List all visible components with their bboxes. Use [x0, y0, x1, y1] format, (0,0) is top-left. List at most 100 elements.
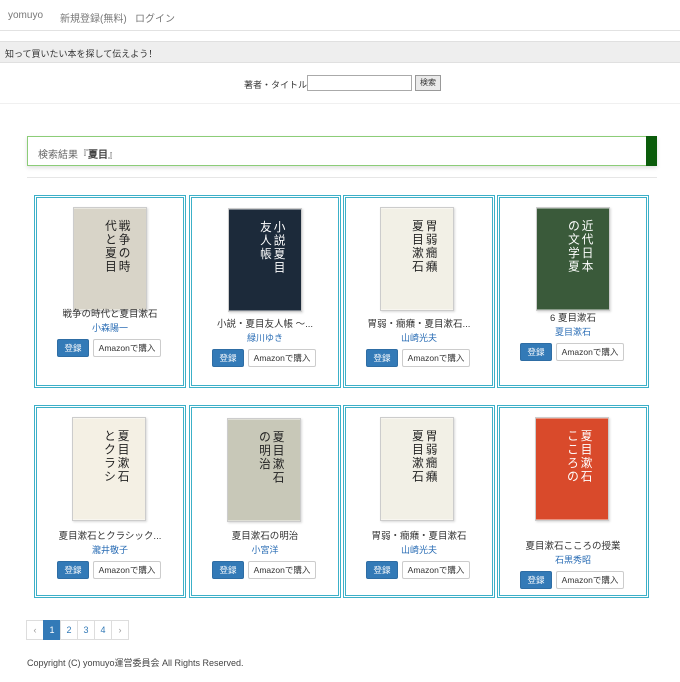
svg-text:代: 代 [582, 232, 594, 246]
book-cover[interactable]: 胃弱癇癪 夏目漱石 [380, 207, 454, 311]
svg-text:文: 文 [568, 232, 580, 246]
book-author[interactable]: 山崎光夫 [346, 543, 492, 556]
svg-text:癇: 癇 [426, 246, 438, 260]
search-button[interactable]: 検索 [415, 75, 441, 91]
svg-text:石: 石 [581, 470, 593, 484]
signup-link[interactable]: 新規登録(無料) [60, 10, 127, 25]
amazon-buy-button[interactable]: Amazonで購入 [556, 571, 624, 589]
page-link-4[interactable]: 4 [94, 620, 112, 640]
book-card: 近代日本 の文学夏 6 夏目漱石 夏目漱石登録 Amazonで購入 [497, 195, 649, 388]
amazon-buy-button[interactable]: Amazonで購入 [402, 349, 470, 367]
svg-text:夏: 夏 [273, 430, 285, 444]
svg-text:弱: 弱 [426, 442, 438, 456]
svg-text:夏: 夏 [412, 219, 424, 233]
svg-text:戦: 戦 [119, 219, 131, 233]
svg-text:漱: 漱 [412, 246, 424, 260]
amazon-buy-button[interactable]: Amazonで購入 [556, 343, 624, 361]
svg-text:癇: 癇 [426, 456, 438, 470]
svg-text:時: 時 [119, 260, 131, 274]
login-link[interactable]: ログイン [135, 10, 175, 25]
amazon-buy-button[interactable]: Amazonで購入 [402, 561, 470, 579]
register-button[interactable]: 登録 [366, 561, 398, 579]
svg-text:治: 治 [259, 457, 271, 471]
book-title[interactable]: 小説・夏目友人帳 ～... [192, 316, 338, 330]
page-link-1[interactable]: 1 [43, 620, 61, 640]
svg-text:目: 目 [581, 442, 593, 456]
svg-text:漱: 漱 [412, 456, 424, 470]
book-author[interactable]: 小森陽一 [37, 321, 183, 334]
book-author[interactable]: 山崎光夫 [346, 331, 492, 344]
book-cover[interactable]: 戦争の時 代と夏目 [73, 207, 147, 311]
svg-text:石: 石 [412, 470, 424, 484]
svg-text:と: と [105, 232, 117, 246]
svg-text:説: 説 [274, 233, 286, 247]
svg-text:の: の [259, 430, 271, 444]
svg-text:目: 目 [274, 261, 286, 275]
svg-text:近: 近 [582, 219, 594, 233]
svg-text:と: と [104, 429, 116, 443]
svg-text:胃: 胃 [426, 219, 438, 233]
svg-text:人: 人 [260, 233, 272, 247]
brand-link[interactable]: yomuyo [8, 10, 43, 21]
amazon-buy-button[interactable]: Amazonで購入 [93, 561, 161, 579]
svg-text:本: 本 [582, 260, 594, 274]
svg-text:漱: 漱 [273, 457, 285, 471]
book-title[interactable]: 夏目漱石の明治 [192, 528, 338, 542]
svg-text:ろ: ろ [567, 456, 579, 470]
page-link-2[interactable]: 2 [60, 620, 78, 640]
book-title[interactable]: 6 夏目漱石 [500, 310, 646, 324]
svg-text:シ: シ [104, 470, 116, 484]
book-card: 夏目漱石こころの 夏目漱石こころの授業 石黒秀昭 登録 Amazonで購入 [497, 405, 649, 598]
svg-text:胃: 胃 [426, 429, 438, 443]
page-link-3[interactable]: 3 [77, 620, 95, 640]
svg-text:代: 代 [105, 219, 117, 233]
register-button[interactable]: 登録 [520, 571, 552, 589]
svg-text:友: 友 [260, 220, 272, 234]
book-author[interactable]: 夏目漱石 [500, 325, 646, 338]
register-button[interactable]: 登録 [57, 561, 89, 579]
svg-text:夏: 夏 [274, 247, 286, 261]
book-title[interactable]: 戦争の時代と夏目漱石 [37, 306, 183, 320]
book-cover[interactable]: 胃弱癇癪 夏目漱石 [380, 417, 454, 521]
register-button[interactable]: 登録 [212, 561, 244, 579]
register-button[interactable]: 登録 [57, 339, 89, 357]
svg-text:ラ: ラ [104, 456, 116, 470]
book-title[interactable]: 夏目漱石とクラシック... [37, 528, 183, 542]
book-cover[interactable]: 近代日本 の文学夏 [536, 207, 610, 311]
footer-copyright: Copyright (C) yomuyo運営委員会 All Rights Res… [27, 658, 244, 668]
register-button[interactable]: 登録 [212, 349, 244, 367]
book-author[interactable]: 瀧井敬子 [37, 543, 183, 556]
book-card: 戦争の時 代と夏目 戦争の時代と夏目漱石 小森陽一 登録 Amazonで購入 [34, 195, 186, 388]
pagination: ‹ 1 2 3 4 › [26, 620, 129, 640]
book-title[interactable]: 胃弱・癇癪・夏目漱石 [346, 528, 492, 542]
page-prev[interactable]: ‹ [26, 620, 44, 640]
book-card: 夏目漱石の明治 夏目漱石の明治 小宮洋 登録 Amazonで購入 [189, 405, 341, 598]
book-cover[interactable]: 夏目漱石こころの [535, 417, 609, 521]
book-card: 胃弱癇癪 夏目漱石 胃弱・癇癪・夏目漱石... 山崎光夫登録 Amazonで購入 [343, 195, 495, 388]
register-button[interactable]: 登録 [366, 349, 398, 367]
book-title[interactable]: 胃弱・癇癪・夏目漱石... [346, 316, 492, 330]
book-cover[interactable]: 小説夏目 友人帳 [228, 208, 302, 312]
search-input[interactable] [307, 75, 412, 91]
svg-text:弱: 弱 [426, 232, 438, 246]
svg-text:明: 明 [259, 443, 271, 457]
book-author[interactable]: 石黒秀昭 [500, 553, 646, 566]
book-cover[interactable]: 夏目漱石 の明治 [227, 418, 301, 522]
svg-text:夏: 夏 [568, 260, 580, 274]
book-card: 胃弱癇癪 夏目漱石 胃弱・癇癪・夏目漱石 山崎光夫登録 Amazonで購入 [343, 405, 495, 598]
svg-text:夏: 夏 [118, 429, 130, 443]
amazon-buy-button[interactable]: Amazonで購入 [248, 349, 316, 367]
book-author[interactable]: 小宮洋 [192, 543, 338, 556]
book-cover[interactable]: 夏目漱石 とクラシ [72, 417, 146, 521]
register-button[interactable]: 登録 [520, 343, 552, 361]
book-title[interactable]: 夏目漱石こころの授業 [500, 538, 646, 552]
svg-text:こ: こ [567, 429, 579, 443]
page-next[interactable]: › [111, 620, 129, 640]
amazon-buy-button[interactable]: Amazonで購入 [248, 561, 316, 579]
svg-text:石: 石 [118, 470, 130, 484]
svg-text:石: 石 [412, 260, 424, 274]
amazon-buy-button[interactable]: Amazonで購入 [93, 339, 161, 357]
book-author[interactable]: 緑川ゆき [192, 331, 338, 344]
result-query: 夏目 [88, 150, 108, 161]
svg-text:夏: 夏 [105, 246, 117, 260]
